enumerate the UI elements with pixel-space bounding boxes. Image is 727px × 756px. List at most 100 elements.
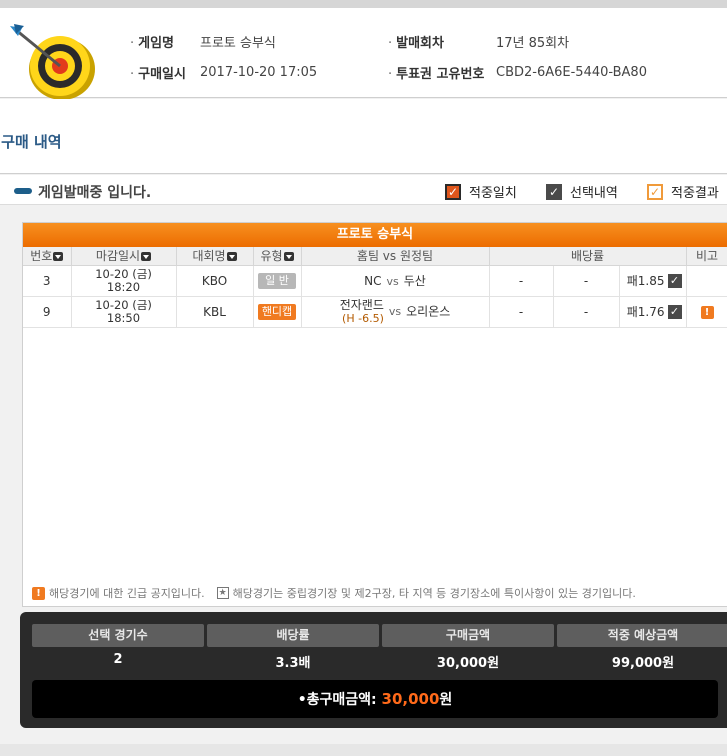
purchase-time-label: 구매일시 — [130, 63, 186, 82]
total-purchase-box: •총구매금액: 30,000원 — [32, 680, 718, 718]
odds-lose[interactable]: 패1.76 ✓ — [619, 296, 687, 328]
legend-result: ✓ 적중결과 — [647, 182, 719, 201]
legend-selected-label: 선택내역 — [570, 186, 618, 201]
game-name-label: 게임명 — [130, 32, 174, 51]
panel-title: 프로토 승부식 — [23, 223, 727, 247]
row-teams: 전자랜드 (H -6.5) vs 오리온스 — [301, 296, 490, 328]
away-team: 두산 — [403, 274, 426, 288]
summary-odds-value: 3.3배 — [275, 656, 311, 671]
total-label: •총구매금액: — [297, 692, 377, 708]
home-team-block: 전자랜드 (H -6.5) — [339, 297, 384, 325]
target-icon — [10, 24, 95, 100]
hit-check-icon: ✓ — [445, 183, 461, 200]
col-teams: 홈팀 vs 원정팀 — [301, 247, 490, 266]
ticket-id-label: 투표권 고유번호 — [388, 63, 484, 82]
type-badge: 일 반 — [258, 272, 296, 289]
game-name-value: 프로토 승부식 — [200, 36, 276, 51]
col-league[interactable]: 대회명 — [176, 247, 254, 266]
col-note: 비고 — [686, 247, 727, 266]
round-value: 17년 85회차 — [496, 36, 570, 51]
row-date: 10-20 (금) — [95, 266, 152, 281]
row-number: 3 — [23, 265, 72, 297]
notice-line: ! 해당경기에 대한 긴급 공지입니다. ★ 해당경기는 중립경기장 및 제2구… — [32, 585, 636, 601]
type-badge: 핸디캡 — [258, 303, 296, 320]
summary-headers: 선택 경기수 배당률 구매금액 적중 예상금액 — [32, 624, 727, 647]
status-text: 게임발매중 입니다. — [38, 185, 152, 201]
row-league: KBL — [176, 296, 254, 328]
legend-result-label: 적중결과 — [671, 186, 719, 201]
star-icon: ★ — [216, 587, 229, 599]
purchase-time-row: 구매일시 2017-10-20 17:05 — [130, 63, 317, 82]
purchase-time-value: 2017-10-20 17:05 — [200, 65, 318, 80]
summary-header-odds: 배당률 — [207, 624, 379, 647]
sort-icon[interactable] — [226, 252, 237, 262]
row-deadline: 10-20 (금) 18:50 — [71, 296, 177, 328]
row-note[interactable]: ! — [686, 296, 727, 328]
top-strip — [0, 0, 727, 8]
selected-check-icon: ✓ — [546, 183, 562, 200]
vs-label: vs — [386, 275, 399, 288]
row-type: 일 반 — [253, 265, 302, 297]
total-amount: 30,000 — [381, 690, 440, 708]
bet-table: 번호 마감일시 대회명 유형 홈팀 vs 원정팀 배당률 비고 3 10-20 … — [23, 247, 727, 328]
row-deadline: 10-20 (금) 18:20 — [71, 265, 177, 297]
ticket-header: 게임명 프로토 승부식 구매일시 2017-10-20 17:05 발매회차 1… — [0, 8, 727, 100]
summary-header-amount: 구매금액 — [382, 624, 554, 647]
round-label: 발매회차 — [388, 32, 444, 51]
total-unit: 원 — [439, 692, 453, 708]
status-dash-icon — [14, 188, 32, 194]
legend-hit: ✓ 적중일치 — [445, 182, 517, 201]
summary-header-games: 선택 경기수 — [32, 624, 204, 647]
col-deadline[interactable]: 마감일시 — [71, 247, 177, 266]
odds-win: - — [489, 296, 554, 328]
vs-label: vs — [388, 305, 402, 318]
col-type[interactable]: 유형 — [253, 247, 302, 266]
table-row[interactable]: 3 10-20 (금) 18:20 KBO 일 반 NC vs 두산 - - 패1.… — [23, 265, 727, 297]
row-number: 9 — [23, 296, 72, 328]
summary-expected-value: 99,000원 — [611, 656, 675, 671]
away-team: 오리온스 — [406, 304, 451, 318]
col-odds: 배당률 — [489, 247, 687, 266]
ticket-id-value: CBD2-6A6E-5440-BA80 — [496, 65, 647, 80]
col-number[interactable]: 번호 — [23, 247, 72, 266]
bet-table-panel: 프로토 승부식 번호 마감일시 대회명 유형 홈팀 vs 원정팀 배당률 비고 … — [22, 222, 727, 607]
purchase-summary: 선택 경기수 배당률 구매금액 적중 예상금액 2 3.3배 30,000원 9… — [20, 612, 727, 728]
row-date: 10-20 (금) — [95, 297, 152, 312]
result-check-icon: ✓ — [647, 183, 663, 200]
sort-icon[interactable] — [53, 252, 64, 262]
status-bar: 게임발매중 입니다. ✓ 적중일치 ✓ 선택내역 ✓ 적중결과 — [0, 175, 727, 205]
section-area: l구매 내역 — [0, 99, 727, 174]
legend-selected: ✓ 선택내역 — [546, 182, 618, 201]
game-name-row: 게임명 프로토 승부식 — [130, 32, 276, 51]
section-title: l구매 내역 — [0, 133, 62, 151]
notice-star-text: 해당경기는 중립경기장 및 제2구장, 타 지역 등 경기장소에 특이사항이 있… — [232, 587, 636, 600]
odds-draw: - — [553, 296, 620, 328]
row-time: 18:50 — [106, 310, 141, 325]
bottom-bar — [0, 744, 727, 756]
odds-lose[interactable]: 패1.85 ✓ — [619, 265, 687, 297]
sort-icon[interactable] — [141, 252, 152, 262]
selected-check-icon: ✓ — [667, 273, 682, 288]
round-row: 발매회차 17년 85회차 — [388, 32, 569, 51]
table-header-row: 번호 마감일시 대회명 유형 홈팀 vs 원정팀 배당률 비고 — [23, 247, 727, 266]
handicap-value: (H -6.5) — [342, 311, 384, 325]
odds-win: - — [489, 265, 554, 297]
odds-lose-label: 패1.85 — [626, 274, 665, 288]
row-note — [686, 265, 727, 297]
summary-header-expected: 적중 예상금액 — [557, 624, 727, 647]
alert-icon[interactable]: ! — [700, 306, 714, 319]
home-team: 전자랜드 — [339, 297, 384, 312]
legend-hit-label: 적중일치 — [469, 186, 517, 201]
summary-values: 2 3.3배 30,000원 99,000원 — [32, 652, 727, 671]
selected-check-icon: ✓ — [667, 304, 682, 319]
sort-icon[interactable] — [283, 252, 294, 262]
notice-alert-text: 해당경기에 대한 긴급 공지입니다. — [49, 587, 205, 600]
summary-amount-value: 30,000원 — [436, 656, 500, 671]
table-row[interactable]: 9 10-20 (금) 18:50 KBL 핸디캡 전자랜드 (H -6.5) vs… — [23, 296, 727, 328]
alert-icon: ! — [32, 586, 45, 600]
row-league: KBO — [176, 265, 254, 297]
odds-lose-label: 패1.76 — [626, 305, 665, 319]
row-time: 18:20 — [106, 279, 141, 294]
row-teams: NC vs 두산 — [301, 265, 490, 297]
row-type: 핸디캡 — [253, 296, 302, 328]
